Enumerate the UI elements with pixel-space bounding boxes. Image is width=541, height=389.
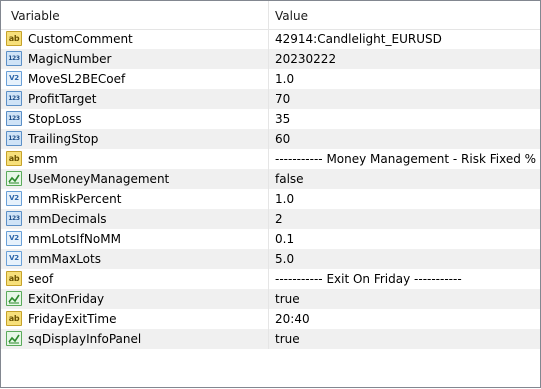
value-cell[interactable]: true: [269, 329, 540, 349]
variable-name: MagicNumber: [28, 52, 112, 66]
column-header-value[interactable]: Value: [269, 1, 540, 29]
value-cell[interactable]: 70: [269, 89, 540, 109]
variable-cell[interactable]: ab CustomComment: [1, 29, 269, 49]
table-row[interactable]: UseMoneyManagement false: [1, 169, 540, 189]
table-row[interactable]: V2 MoveSL2BECoef 1.0: [1, 69, 540, 89]
grid-header: Variable Value: [1, 1, 540, 30]
table-row[interactable]: ExitOnFriday true: [1, 289, 540, 309]
table-row[interactable]: V2 mmRiskPercent 1.0: [1, 189, 540, 209]
variable-name: CustomComment: [28, 32, 133, 46]
value-cell[interactable]: 20230222: [269, 49, 540, 69]
table-row[interactable]: sqDisplayInfoPanel true: [1, 329, 540, 349]
variable-name: ProfitTarget: [28, 92, 97, 106]
variable-cell[interactable]: ab smm: [1, 149, 269, 169]
variable-cell[interactable]: V2 MoveSL2BECoef: [1, 69, 269, 89]
column-header-variable[interactable]: Variable: [1, 1, 269, 29]
table-row[interactable]: V2 mmLotsIfNoMM 0.1: [1, 229, 540, 249]
double-icon: V2: [6, 251, 22, 266]
string-icon: ab: [6, 271, 22, 286]
integer-icon: 123: [6, 51, 22, 66]
variable-name: StopLoss: [28, 112, 82, 126]
integer-icon: 123: [6, 211, 22, 226]
variable-cell[interactable]: V2 mmMaxLots: [1, 249, 269, 269]
table-row[interactable]: V2 mmMaxLots 5.0: [1, 249, 540, 269]
value-cell[interactable]: ----------- Exit On Friday -----------: [269, 269, 540, 289]
variable-name: UseMoneyManagement: [28, 172, 170, 186]
value-cell[interactable]: false: [269, 169, 540, 189]
variable-name: mmRiskPercent: [28, 192, 122, 206]
double-icon: V2: [6, 231, 22, 246]
variable-name: sqDisplayInfoPanel: [28, 332, 142, 346]
boolean-icon: [6, 291, 22, 306]
inputs-grid: Variable Value ab CustomComment 42914:Cand…: [0, 0, 541, 388]
variable-name: smm: [28, 152, 58, 166]
variable-cell[interactable]: 123 mmDecimals: [1, 209, 269, 229]
variable-cell[interactable]: 123 ProfitTarget: [1, 89, 269, 109]
variable-cell[interactable]: V2 mmRiskPercent: [1, 189, 269, 209]
value-cell[interactable]: 60: [269, 129, 540, 149]
table-row[interactable]: 123 MagicNumber 20230222: [1, 49, 540, 69]
table-row[interactable]: ab FridayExitTime 20:40: [1, 309, 540, 329]
variable-name: mmMaxLots: [28, 252, 101, 266]
variable-cell[interactable]: V2 mmLotsIfNoMM: [1, 229, 269, 249]
value-cell[interactable]: 1.0: [269, 69, 540, 89]
string-icon: ab: [6, 311, 22, 326]
variable-cell[interactable]: 123 StopLoss: [1, 109, 269, 129]
variable-name: TrailingStop: [28, 132, 99, 146]
table-row[interactable]: 123 TrailingStop 60: [1, 129, 540, 149]
variable-name: mmDecimals: [28, 212, 107, 226]
value-cell[interactable]: 1.0: [269, 189, 540, 209]
integer-icon: 123: [6, 131, 22, 146]
table-row[interactable]: 123 ProfitTarget 70: [1, 89, 540, 109]
integer-icon: 123: [6, 91, 22, 106]
table-row[interactable]: ab smm ----------- Money Management - Risk…: [1, 149, 540, 169]
table-row[interactable]: ab seof ----------- Exit On Friday -------…: [1, 269, 540, 289]
variable-cell[interactable]: ab seof: [1, 269, 269, 289]
boolean-icon: [6, 171, 22, 186]
boolean-icon: [6, 331, 22, 346]
value-cell[interactable]: 2: [269, 209, 540, 229]
grid-rows: ab CustomComment 42914:Candlelight_EURUSD 1…: [1, 29, 540, 349]
variable-cell[interactable]: 123 TrailingStop: [1, 129, 269, 149]
value-cell[interactable]: ----------- Money Management - Risk Fixe…: [269, 149, 540, 169]
variable-name: ExitOnFriday: [28, 292, 105, 306]
string-icon: ab: [6, 151, 22, 166]
value-cell[interactable]: 20:40: [269, 309, 540, 329]
variable-cell[interactable]: UseMoneyManagement: [1, 169, 269, 189]
value-cell[interactable]: 5.0: [269, 249, 540, 269]
variable-cell[interactable]: ab FridayExitTime: [1, 309, 269, 329]
variable-cell[interactable]: sqDisplayInfoPanel: [1, 329, 269, 349]
integer-icon: 123: [6, 111, 22, 126]
double-icon: V2: [6, 191, 22, 206]
variable-name: seof: [28, 272, 54, 286]
variable-cell[interactable]: 123 MagicNumber: [1, 49, 269, 69]
table-row[interactable]: 123 StopLoss 35: [1, 109, 540, 129]
double-icon: V2: [6, 71, 22, 86]
string-icon: ab: [6, 31, 22, 46]
variable-name: FridayExitTime: [28, 312, 117, 326]
value-cell[interactable]: 35: [269, 109, 540, 129]
variable-name: MoveSL2BECoef: [28, 72, 126, 86]
table-row[interactable]: 123 mmDecimals 2: [1, 209, 540, 229]
variable-name: mmLotsIfNoMM: [28, 232, 121, 246]
variable-cell[interactable]: ExitOnFriday: [1, 289, 269, 309]
table-row[interactable]: ab CustomComment 42914:Candlelight_EURUSD: [1, 29, 540, 49]
value-cell[interactable]: true: [269, 289, 540, 309]
value-cell[interactable]: 0.1: [269, 229, 540, 249]
value-cell[interactable]: 42914:Candlelight_EURUSD: [269, 29, 540, 49]
